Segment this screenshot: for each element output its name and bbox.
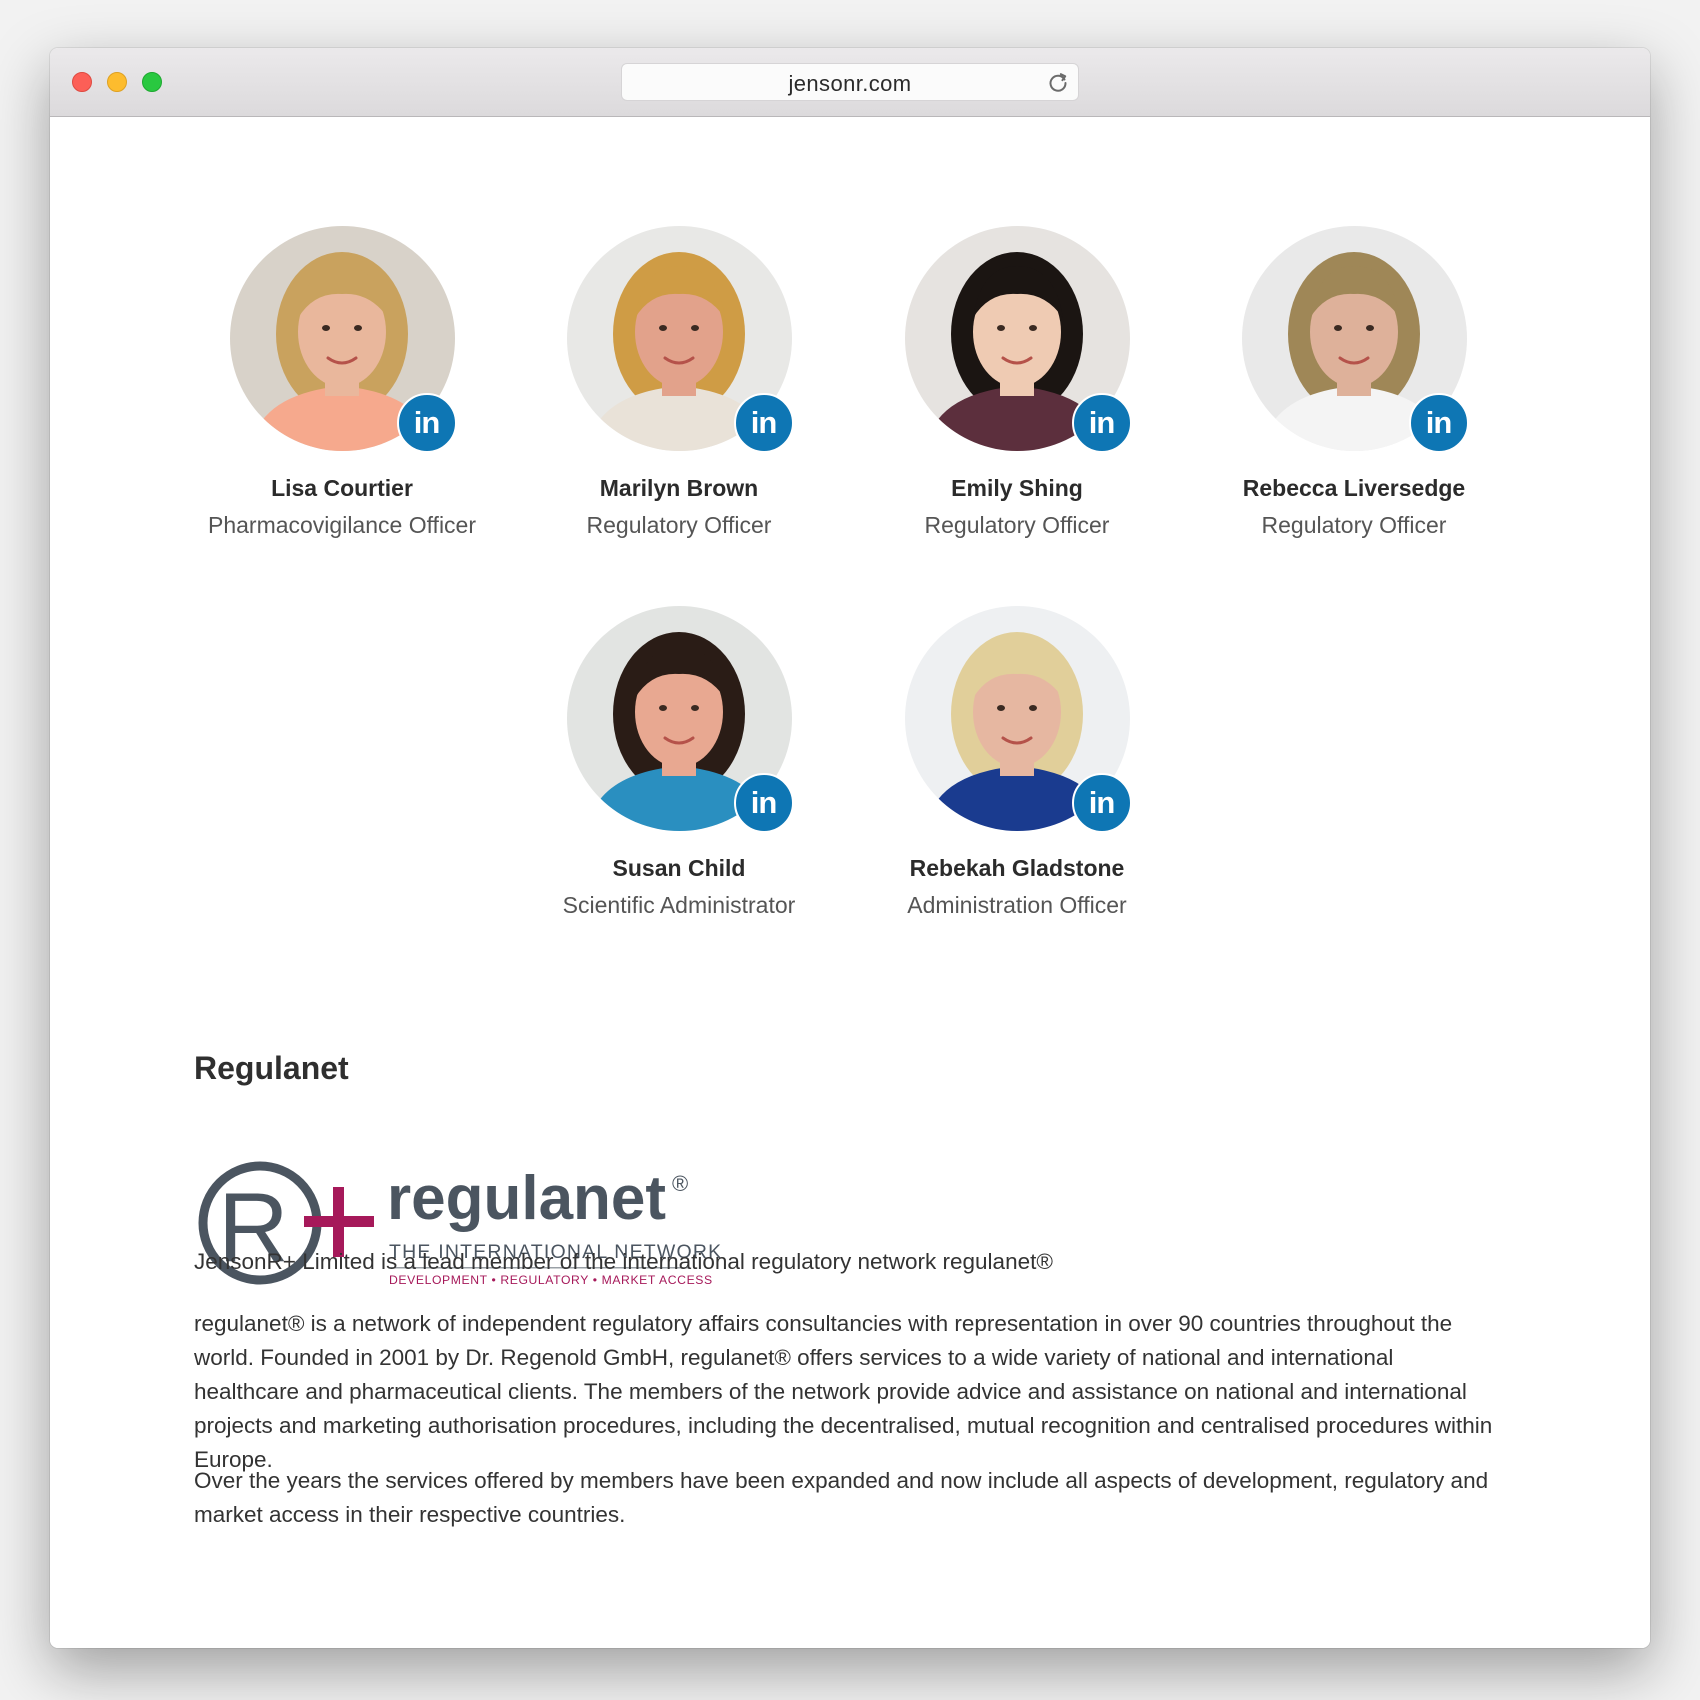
portrait-eye-left [996, 325, 1005, 331]
paragraph-services: Over the years the services offered by m… [194, 1468, 1489, 1527]
team-member-role: Administration Officer [907, 892, 1127, 918]
logo-registered-mark: ® [672, 1171, 688, 1196]
team-member-photo: in [566, 606, 794, 833]
portrait-eye-left [658, 325, 667, 331]
team-member-name: Emily Shing [951, 475, 1083, 501]
portrait-eye-left [996, 705, 1005, 711]
paragraph-membership: JensonR+ Limited is a lead member of the… [194, 1249, 1053, 1274]
reload-icon[interactable] [1046, 70, 1070, 94]
section-heading-regulanet: Regulanet [194, 1050, 349, 1086]
team-member-name: Lisa Courtier [271, 475, 413, 501]
minimize-window-button[interactable] [107, 72, 127, 92]
team-member-name: Marilyn Brown [599, 475, 759, 501]
title-bar: jensonr.com [50, 48, 1650, 117]
team-member-card: in Susan Child Scientific Administrator [519, 606, 839, 919]
url-text: jensonr.com [788, 71, 912, 96]
team-member-card: in Lisa Courtier Pharmacovigilance Officer [182, 226, 502, 539]
team-member-photo: in [904, 226, 1132, 453]
team-member-card: in Rebecca Liversedge Regulatory Officer [1194, 226, 1514, 539]
paragraph-network-description: regulanet® is a network of independent r… [194, 1311, 1493, 1472]
linkedin-icon[interactable]: in [1071, 393, 1132, 453]
portrait-eye-left [658, 705, 667, 711]
team-member-card: in Emily Shing Regulatory Officer [857, 226, 1177, 539]
address-bar[interactable]: jensonr.com [621, 63, 1079, 101]
team-member-role: Scientific Administrator [562, 892, 796, 918]
team-member-photo: in [904, 606, 1132, 833]
portrait-eye-left [1333, 325, 1342, 331]
linkedin-icon[interactable]: in [1071, 773, 1132, 833]
portrait-eye-right [353, 325, 362, 331]
close-window-button[interactable] [72, 72, 92, 92]
team-member-name: Susan Child [612, 855, 746, 881]
team-member-role: Pharmacovigilance Officer [207, 512, 477, 538]
team-member-name: Rebekah Gladstone [909, 855, 1125, 881]
team-member-role: Regulatory Officer [586, 512, 772, 538]
portrait-eye-right [690, 705, 699, 711]
portrait-eye-right [1365, 325, 1374, 331]
team-member-card: in Marilyn Brown Regulatory Officer [519, 226, 839, 539]
portrait-eye-right [690, 325, 699, 331]
team-member-name: Rebecca Liversedge [1242, 475, 1466, 501]
portrait-eye-right [1028, 705, 1037, 711]
team-member-photo: in [1241, 226, 1469, 453]
portrait-eye-right [1028, 325, 1037, 331]
zoom-window-button[interactable] [142, 72, 162, 92]
browser-window: jensonr.com in Lisa Courtier Pharmacovigil… [50, 48, 1650, 1648]
linkedin-icon[interactable]: in [733, 773, 794, 833]
portrait-eye-left [321, 325, 330, 331]
team-member-photo: in [229, 226, 457, 453]
linkedin-icon[interactable]: in [733, 393, 794, 453]
team-member-role: Regulatory Officer [1261, 512, 1447, 538]
team-member-role: Regulatory Officer [924, 512, 1110, 538]
logo-wordmark: regulanet [387, 1164, 666, 1233]
team-member-photo: in [566, 226, 794, 453]
regulanet-logo[interactable]: R regulanet ® THE INTERNATIONAL NETWORK … [194, 1157, 734, 1307]
linkedin-icon[interactable]: in [1408, 393, 1469, 453]
linkedin-icon[interactable]: in [396, 393, 457, 453]
team-member-card: in Rebekah Gladstone Administration Office… [857, 606, 1177, 919]
page-content: in Lisa Courtier Pharmacovigilance Officer… [50, 117, 1650, 1648]
